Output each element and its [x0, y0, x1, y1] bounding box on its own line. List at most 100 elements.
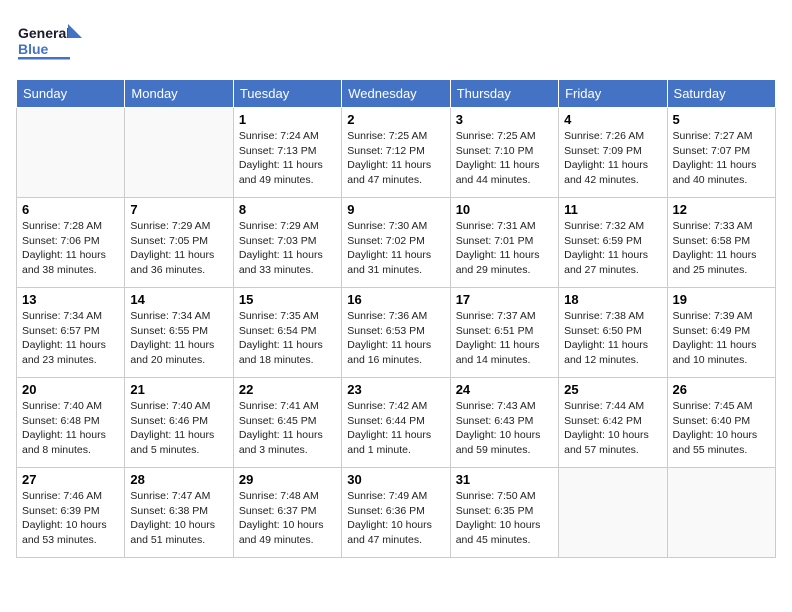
calendar-cell: 27Sunrise: 7:46 AMSunset: 6:39 PMDayligh… [17, 468, 125, 558]
day-info: Sunrise: 7:31 AMSunset: 7:01 PMDaylight:… [456, 219, 553, 278]
day-info: Sunrise: 7:27 AMSunset: 7:07 PMDaylight:… [673, 129, 770, 188]
day-info: Sunrise: 7:41 AMSunset: 6:45 PMDaylight:… [239, 399, 336, 458]
day-number: 12 [673, 202, 770, 217]
day-number: 8 [239, 202, 336, 217]
calendar-cell: 10 Sunrise: 7:31 AMSunset: 7:01 PMDayligh… [450, 198, 558, 288]
day-number: 6 [22, 202, 119, 217]
calendar-week-row: 27Sunrise: 7:46 AMSunset: 6:39 PMDayligh… [17, 468, 776, 558]
day-info: Sunrise: 7:32 AMSunset: 6:59 PMDaylight:… [564, 219, 661, 278]
calendar-cell: 19 Sunrise: 7:39 AMSunset: 6:49 PMDayligh… [667, 288, 775, 378]
calendar-cell: 9 Sunrise: 7:30 AMSunset: 7:02 PMDaylight… [342, 198, 450, 288]
calendar-cell: 1 Sunrise: 7:24 AMSunset: 7:13 PMDaylight… [233, 108, 341, 198]
day-number: 30 [347, 472, 444, 487]
day-info: Sunrise: 7:29 AMSunset: 7:03 PMDaylight:… [239, 219, 336, 278]
calendar-week-row: 1 Sunrise: 7:24 AMSunset: 7:13 PMDaylight… [17, 108, 776, 198]
day-number: 25 [564, 382, 661, 397]
day-info: Sunrise: 7:49 AMSunset: 6:36 PMDaylight:… [347, 489, 444, 548]
calendar-cell: 25 Sunrise: 7:44 AMSunset: 6:42 PMDayligh… [559, 378, 667, 468]
day-number: 21 [130, 382, 227, 397]
calendar-cell: 18Sunrise: 7:38 AMSunset: 6:50 PMDayligh… [559, 288, 667, 378]
calendar-cell: 23Sunrise: 7:42 AMSunset: 6:44 PMDayligh… [342, 378, 450, 468]
calendar-cell: 22 Sunrise: 7:41 AMSunset: 6:45 PMDayligh… [233, 378, 341, 468]
calendar-cell: 20 Sunrise: 7:40 AMSunset: 6:48 PMDayligh… [17, 378, 125, 468]
svg-text:General: General [18, 25, 70, 41]
day-info: Sunrise: 7:33 AMSunset: 6:58 PMDaylight:… [673, 219, 770, 278]
day-info: Sunrise: 7:48 AMSunset: 6:37 PMDaylight:… [239, 489, 336, 548]
calendar-header-row: SundayMondayTuesdayWednesdayThursdayFrid… [17, 80, 776, 108]
calendar-cell [125, 108, 233, 198]
day-number: 17 [456, 292, 553, 307]
day-number: 26 [673, 382, 770, 397]
calendar-cell: 8 Sunrise: 7:29 AMSunset: 7:03 PMDaylight… [233, 198, 341, 288]
calendar-cell: 26 Sunrise: 7:45 AMSunset: 6:40 PMDayligh… [667, 378, 775, 468]
calendar-cell: 2 Sunrise: 7:25 AMSunset: 7:12 PMDaylight… [342, 108, 450, 198]
day-info: Sunrise: 7:30 AMSunset: 7:02 PMDaylight:… [347, 219, 444, 278]
calendar-cell: 28Sunrise: 7:47 AMSunset: 6:38 PMDayligh… [125, 468, 233, 558]
day-number: 10 [456, 202, 553, 217]
calendar-cell [667, 468, 775, 558]
calendar-cell: 11 Sunrise: 7:32 AMSunset: 6:59 PMDayligh… [559, 198, 667, 288]
day-number: 3 [456, 112, 553, 127]
calendar-cell: 21 Sunrise: 7:40 AMSunset: 6:46 PMDayligh… [125, 378, 233, 468]
day-number: 1 [239, 112, 336, 127]
calendar-cell: 5 Sunrise: 7:27 AMSunset: 7:07 PMDaylight… [667, 108, 775, 198]
calendar-cell: 13 Sunrise: 7:34 AMSunset: 6:57 PMDayligh… [17, 288, 125, 378]
calendar-week-row: 13 Sunrise: 7:34 AMSunset: 6:57 PMDayligh… [17, 288, 776, 378]
day-header-saturday: Saturday [667, 80, 775, 108]
day-number: 29 [239, 472, 336, 487]
day-number: 11 [564, 202, 661, 217]
day-info: Sunrise: 7:50 AMSunset: 6:35 PMDaylight:… [456, 489, 553, 548]
calendar-week-row: 20 Sunrise: 7:40 AMSunset: 6:48 PMDayligh… [17, 378, 776, 468]
logo: General Blue [16, 16, 86, 71]
day-info: Sunrise: 7:29 AMSunset: 7:05 PMDaylight:… [130, 219, 227, 278]
day-header-wednesday: Wednesday [342, 80, 450, 108]
day-info: Sunrise: 7:35 AMSunset: 6:54 PMDaylight:… [239, 309, 336, 368]
day-info: Sunrise: 7:44 AMSunset: 6:42 PMDaylight:… [564, 399, 661, 458]
calendar-cell: 3Sunrise: 7:25 AMSunset: 7:10 PMDaylight… [450, 108, 558, 198]
day-number: 5 [673, 112, 770, 127]
day-info: Sunrise: 7:36 AMSunset: 6:53 PMDaylight:… [347, 309, 444, 368]
calendar-cell [17, 108, 125, 198]
day-number: 31 [456, 472, 553, 487]
calendar-cell: 12 Sunrise: 7:33 AMSunset: 6:58 PMDayligh… [667, 198, 775, 288]
day-info: Sunrise: 7:39 AMSunset: 6:49 PMDaylight:… [673, 309, 770, 368]
day-info: Sunrise: 7:24 AMSunset: 7:13 PMDaylight:… [239, 129, 336, 188]
day-number: 23 [347, 382, 444, 397]
day-header-tuesday: Tuesday [233, 80, 341, 108]
day-header-monday: Monday [125, 80, 233, 108]
day-number: 2 [347, 112, 444, 127]
day-number: 14 [130, 292, 227, 307]
calendar-cell: 17 Sunrise: 7:37 AMSunset: 6:51 PMDayligh… [450, 288, 558, 378]
day-number: 22 [239, 382, 336, 397]
logo-icon: General Blue [16, 16, 86, 71]
day-info: Sunrise: 7:37 AMSunset: 6:51 PMDaylight:… [456, 309, 553, 368]
calendar-cell: 7 Sunrise: 7:29 AMSunset: 7:05 PMDaylight… [125, 198, 233, 288]
day-number: 20 [22, 382, 119, 397]
day-info: Sunrise: 7:26 AMSunset: 7:09 PMDaylight:… [564, 129, 661, 188]
day-number: 16 [347, 292, 444, 307]
day-number: 19 [673, 292, 770, 307]
day-info: Sunrise: 7:34 AMSunset: 6:57 PMDaylight:… [22, 309, 119, 368]
calendar-table: SundayMondayTuesdayWednesdayThursdayFrid… [16, 79, 776, 558]
calendar-cell: 15Sunrise: 7:35 AMSunset: 6:54 PMDayligh… [233, 288, 341, 378]
day-info: Sunrise: 7:40 AMSunset: 6:48 PMDaylight:… [22, 399, 119, 458]
day-info: Sunrise: 7:45 AMSunset: 6:40 PMDaylight:… [673, 399, 770, 458]
day-number: 13 [22, 292, 119, 307]
day-number: 9 [347, 202, 444, 217]
day-header-thursday: Thursday [450, 80, 558, 108]
page-header: General Blue [16, 16, 776, 71]
day-number: 7 [130, 202, 227, 217]
day-info: Sunrise: 7:25 AMSunset: 7:12 PMDaylight:… [347, 129, 444, 188]
day-info: Sunrise: 7:40 AMSunset: 6:46 PMDaylight:… [130, 399, 227, 458]
day-header-friday: Friday [559, 80, 667, 108]
calendar-cell: 29 Sunrise: 7:48 AMSunset: 6:37 PMDayligh… [233, 468, 341, 558]
calendar-cell [559, 468, 667, 558]
calendar-week-row: 6Sunrise: 7:28 AMSunset: 7:06 PMDaylight… [17, 198, 776, 288]
day-number: 18 [564, 292, 661, 307]
calendar-cell: 31 Sunrise: 7:50 AMSunset: 6:35 PMDayligh… [450, 468, 558, 558]
calendar-cell: 16 Sunrise: 7:36 AMSunset: 6:53 PMDayligh… [342, 288, 450, 378]
calendar-cell: 24Sunrise: 7:43 AMSunset: 6:43 PMDayligh… [450, 378, 558, 468]
day-number: 27 [22, 472, 119, 487]
day-number: 4 [564, 112, 661, 127]
day-info: Sunrise: 7:47 AMSunset: 6:38 PMDaylight:… [130, 489, 227, 548]
